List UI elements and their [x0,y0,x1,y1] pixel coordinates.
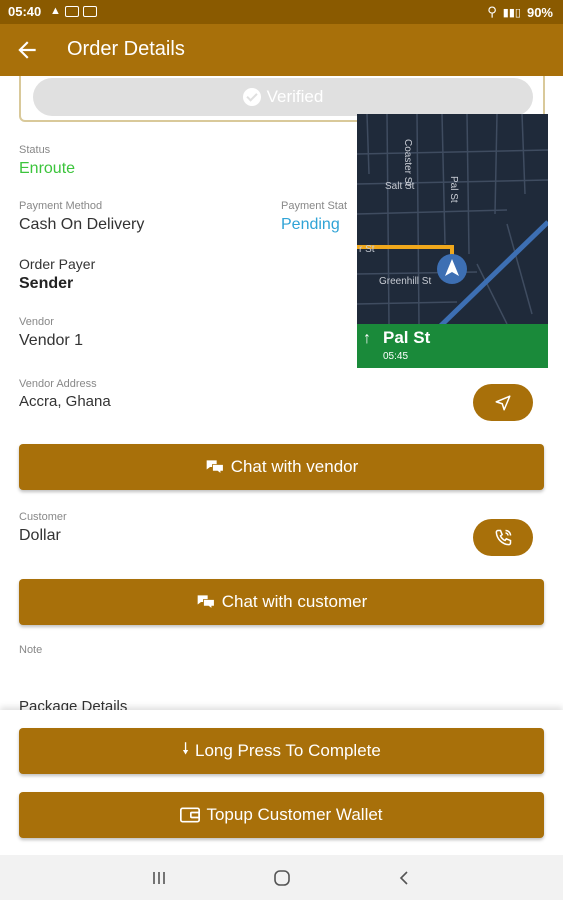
page-title: Order Details [67,38,185,60]
chat-bubbles-icon [206,460,224,475]
battery-level: 90% [526,4,553,20]
straight-arrow-icon: ↑ [363,330,371,347]
banner-time: 05:45 [383,351,409,362]
notification-icon-2 [82,5,97,17]
order-payer-label: Order Payer [19,256,96,272]
vendor-address-value: Accra, Ghana [19,393,111,410]
down-arrow-icon: 🠗 [182,740,189,758]
check-circle-icon [242,88,261,106]
chat-with-customer-label: Chat with customer [221,592,368,611]
verified-badge: Verified [33,78,533,116]
recents-icon[interactable] [147,866,171,890]
order-payer-value: Sender [19,275,74,292]
chat-with-customer-button[interactable]: Chat with customer [19,579,544,625]
bottom-action-panel: 🠗 Long Press To Complete Topup Customer … [0,710,563,855]
navigation-arrow-icon [495,395,511,410]
long-press-complete-button[interactable]: 🠗 Long Press To Complete [19,728,544,774]
phone-call-icon [495,529,512,545]
turn-banner: ↑ Pal St 05:45 [357,324,548,368]
call-customer-button[interactable] [473,519,533,556]
navigation-status-icon: ▲ [50,5,61,17]
navigate-to-vendor-button[interactable] [473,384,533,421]
map-street-pal: Pal St [448,176,459,203]
banner-street: Pal St [383,328,431,347]
vendor-address-label: Vendor Address [19,378,97,390]
chat-with-vendor-label: Chat with vendor [230,457,359,476]
vendor-value: Vendor 1 [19,332,84,349]
wallet-icon [180,807,201,823]
topup-wallet-label: Topup Customer Wallet [206,805,383,824]
navigation-map[interactable]: Coaster St Salt St Pal St Greenhill St r… [357,114,548,368]
customer-label: Customer [19,511,67,523]
app-bar: Order Details [0,24,563,76]
home-icon[interactable] [270,866,294,890]
payment-status-value: Pending [281,216,340,233]
chat-with-vendor-button[interactable]: Chat with vendor [19,444,544,490]
status-time: 05:40 [8,4,42,19]
notification-icon [64,5,79,17]
location-icon: ⚲ [487,4,497,19]
vendor-label: Vendor [19,316,54,328]
back-icon[interactable] [393,866,417,890]
note-label: Note [19,644,43,656]
chat-bubbles-icon [197,595,215,610]
status-value: Enroute [19,160,76,177]
system-nav-bar [0,855,563,900]
status-label: Status [19,144,51,156]
customer-value: Dollar [19,527,61,544]
payment-method-value: Cash On Delivery [19,216,145,233]
status-bar: 05:40 ▲ ⚲ ▮▮▯ 90% [0,0,563,24]
signal-icon: ▮▮▯ [502,6,521,19]
map-street-coaster: Coaster St [402,139,413,186]
long-press-complete-label: Long Press To Complete [195,741,381,760]
map-street-greenhill: Greenhill St [379,276,431,287]
order-details-content[interactable]: Verified Status Enroute Payment Method C… [0,76,563,710]
topup-wallet-button[interactable]: Topup Customer Wallet [19,792,544,838]
back-arrow-icon[interactable] [14,37,40,63]
payment-method-label: Payment Method [19,200,103,212]
verified-label: Verified [266,87,324,106]
payment-status-label: Payment Stat [281,200,348,212]
map-street-r: r St [359,244,375,255]
package-details-label: Package Details [19,698,128,710]
map-street-salt: Salt St [385,181,415,192]
